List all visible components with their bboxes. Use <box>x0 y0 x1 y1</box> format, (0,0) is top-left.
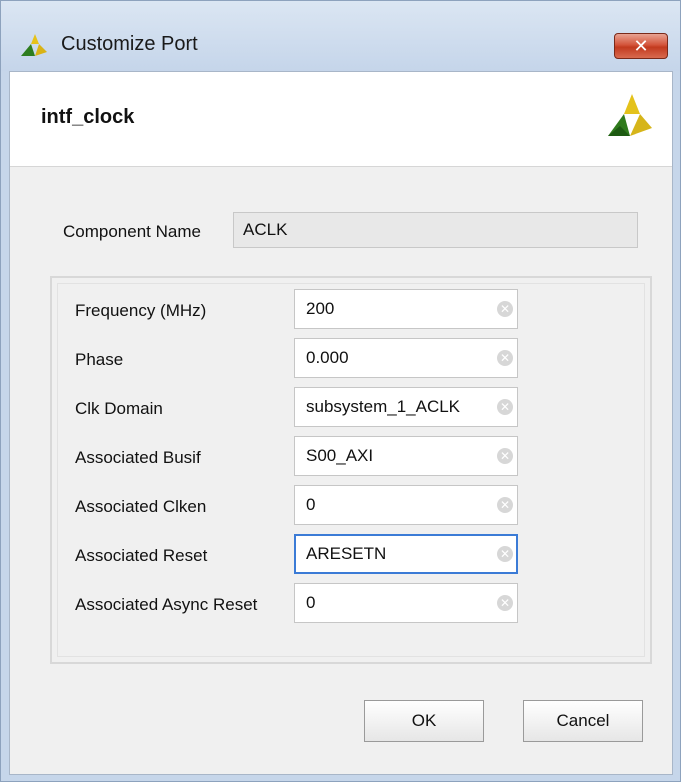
associated-clken-input[interactable]: 0 ✕ <box>294 485 518 525</box>
phase-label: Phase <box>75 350 124 369</box>
clk-domain-row: Clk Domain subsystem_1_ACLK ✕ <box>58 387 648 427</box>
xilinx-logo-icon <box>21 34 47 56</box>
frequency-value: 200 <box>306 299 335 318</box>
component-name-field: ACLK <box>233 212 638 248</box>
close-button[interactable]: ✕ <box>614 33 668 59</box>
phase-value: 0.000 <box>306 348 349 367</box>
clear-icon[interactable]: ✕ <box>497 399 513 415</box>
associated-reset-value: ARESETN <box>306 544 387 563</box>
port-parameters-group: Frequency (MHz) 200 ✕ Phase 0.000 ✕ Clk … <box>50 276 652 664</box>
close-icon: ✕ <box>633 36 649 56</box>
frequency-label: Frequency (MHz) <box>75 301 207 320</box>
associated-clken-row: Associated Clken 0 ✕ <box>58 485 648 525</box>
window-title: Customize Port <box>61 33 198 55</box>
associated-reset-input[interactable]: ARESETN ✕ <box>294 534 518 574</box>
associated-async-reset-value: 0 <box>306 593 316 612</box>
dialog-body: intf_clock Component Name ACLK Frequency… <box>9 71 673 775</box>
clear-icon[interactable]: ✕ <box>497 448 513 464</box>
clear-icon[interactable]: ✕ <box>497 546 513 562</box>
clear-icon[interactable]: ✕ <box>497 497 513 513</box>
clk-domain-label: Clk Domain <box>75 399 163 418</box>
dialog-header: intf_clock <box>10 72 672 167</box>
cancel-button[interactable]: Cancel <box>523 700 643 742</box>
clk-domain-input[interactable]: subsystem_1_ACLK ✕ <box>294 387 518 427</box>
associated-async-reset-row: Associated Async Reset 0 ✕ <box>58 583 648 623</box>
frequency-row: Frequency (MHz) 200 ✕ <box>58 289 648 329</box>
associated-busif-label: Associated Busif <box>75 448 201 467</box>
associated-async-reset-input[interactable]: 0 ✕ <box>294 583 518 623</box>
associated-busif-value: S00_AXI <box>306 446 374 465</box>
clear-icon[interactable]: ✕ <box>497 301 513 317</box>
associated-clken-label: Associated Clken <box>75 497 207 516</box>
customize-port-dialog: Customize Port ✕ intf_clock Component Na… <box>0 0 681 782</box>
clear-icon[interactable]: ✕ <box>497 350 513 366</box>
associated-async-reset-label: Associated Async Reset <box>75 595 258 614</box>
ok-button[interactable]: OK <box>364 700 484 742</box>
xilinx-logo-icon <box>608 94 652 136</box>
associated-clken-value: 0 <box>306 495 316 514</box>
clk-domain-value: subsystem_1_ACLK <box>306 397 461 416</box>
component-name-label: Component Name <box>63 222 201 241</box>
port-parameters-panel: Frequency (MHz) 200 ✕ Phase 0.000 ✕ Clk … <box>57 283 645 657</box>
associated-reset-row: Associated Reset ARESETN ✕ <box>58 534 648 574</box>
associated-busif-input[interactable]: S00_AXI ✕ <box>294 436 518 476</box>
phase-input[interactable]: 0.000 ✕ <box>294 338 518 378</box>
frequency-input[interactable]: 200 ✕ <box>294 289 518 329</box>
title-bar[interactable]: Customize Port ✕ <box>1 1 680 71</box>
associated-busif-row: Associated Busif S00_AXI ✕ <box>58 436 648 476</box>
port-name-title: intf_clock <box>41 106 135 128</box>
associated-reset-label: Associated Reset <box>75 546 208 565</box>
phase-row: Phase 0.000 ✕ <box>58 338 648 378</box>
clear-icon[interactable]: ✕ <box>497 595 513 611</box>
